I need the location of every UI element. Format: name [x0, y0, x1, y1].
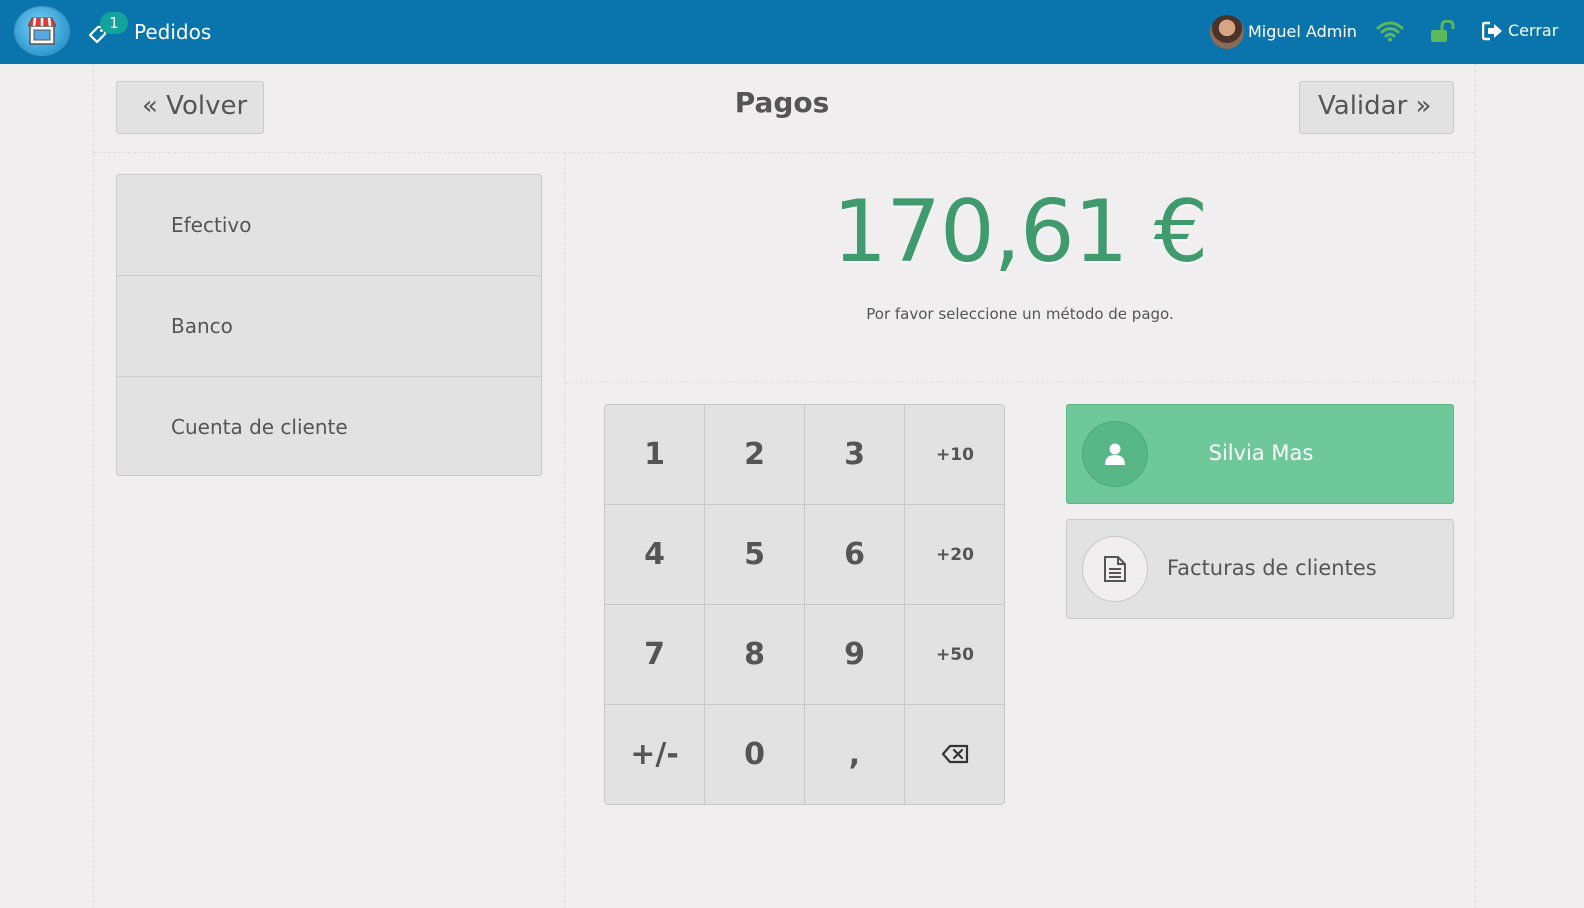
customer-invoices-button[interactable]: Facturas de clientes	[1066, 519, 1454, 619]
payment-methods-list: Efectivo Banco Cuenta de cliente	[116, 174, 542, 476]
invoice-icon-circle	[1082, 536, 1148, 602]
store-logo-icon[interactable]	[15, 7, 69, 55]
numpad-key-plus-10[interactable]: +10	[905, 405, 1004, 505]
total-amount: 170,61 €	[832, 182, 1209, 282]
backspace-icon	[941, 744, 969, 763]
orders-count-badge: 1	[100, 12, 128, 34]
numpad-key-0[interactable]: 0	[705, 705, 805, 804]
avatar	[1210, 15, 1244, 49]
numpad-key-6[interactable]: 6	[805, 505, 905, 605]
numpad-key-9[interactable]: 9	[805, 605, 905, 705]
select-customer-button[interactable]: Silvia Mas	[1066, 404, 1454, 504]
numpad-key-8[interactable]: 8	[705, 605, 805, 705]
numpad-key-4[interactable]: 4	[605, 505, 705, 605]
unlocked-icon[interactable]	[1430, 20, 1456, 44]
frame-divider	[1475, 64, 1476, 908]
payment-method-bank[interactable]: Banco	[117, 275, 541, 376]
logout-button[interactable]: Cerrar	[1482, 20, 1562, 44]
numpad-key-7[interactable]: 7	[605, 605, 705, 705]
validate-button[interactable]: Validar »	[1299, 81, 1454, 134]
numpad-key-1[interactable]: 1	[605, 405, 705, 505]
user-icon	[1105, 443, 1125, 465]
invoice-label: Facturas de clientes	[1167, 556, 1377, 580]
payment-method-customer-account[interactable]: Cuenta de cliente	[117, 376, 541, 476]
orders-tab[interactable]: 1 Pedidos	[86, 10, 226, 54]
numpad-key-2[interactable]: 2	[705, 405, 805, 505]
column-divider	[564, 152, 565, 908]
orders-label: Pedidos	[134, 20, 212, 44]
header-divider	[93, 152, 1475, 153]
wifi-icon[interactable]	[1376, 20, 1404, 42]
customer-name: Silvia Mas	[1208, 441, 1314, 465]
document-icon	[1104, 556, 1126, 582]
numpad-key-plus-20[interactable]: +20	[905, 505, 1004, 605]
numpad-key-3[interactable]: 3	[805, 405, 905, 505]
sign-out-icon	[1482, 21, 1502, 41]
payment-method-cash[interactable]: Efectivo	[117, 175, 541, 275]
summary-divider	[565, 382, 1475, 383]
frame-divider	[93, 64, 94, 908]
numpad-key-backspace[interactable]	[905, 705, 1004, 804]
numpad-key-plus-50[interactable]: +50	[905, 605, 1004, 705]
page-title: Pagos	[734, 86, 830, 119]
customer-icon-circle	[1082, 421, 1148, 487]
logout-label: Cerrar	[1508, 21, 1559, 40]
numpad-key-sign[interactable]: +/-	[605, 705, 705, 804]
back-button[interactable]: « Volver	[116, 81, 264, 134]
user-name: Miguel Admin	[1248, 22, 1357, 41]
payment-hint: Por favor seleccione un método de pago.	[866, 305, 1174, 323]
numpad-key-decimal[interactable]: ,	[805, 705, 905, 804]
top-navbar: 1 Pedidos Miguel Admin Cerrar	[0, 0, 1584, 64]
numpad-key-5[interactable]: 5	[705, 505, 805, 605]
numpad: 1 2 3 +10 4 5 6 +20 7 8 9 +50 +/- 0 ,	[604, 404, 1005, 805]
